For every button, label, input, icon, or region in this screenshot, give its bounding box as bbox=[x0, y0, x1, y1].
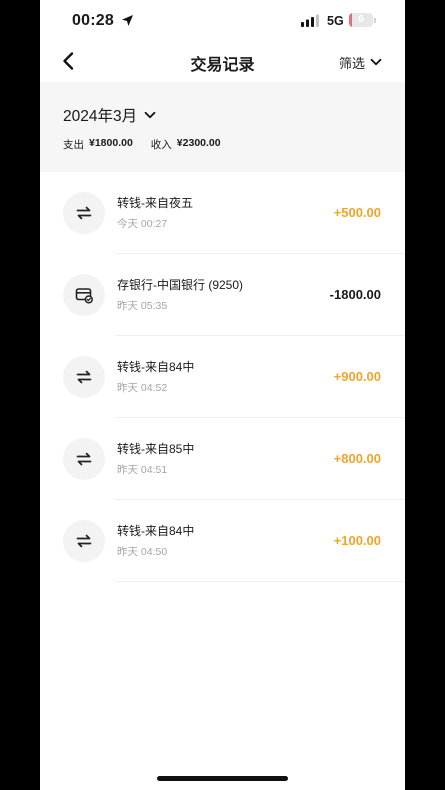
expense-label: 支出 bbox=[63, 139, 84, 151]
transaction-row[interactable]: 存银行-中国银行 (9250) 昨天 05:35 -1800.00 bbox=[40, 254, 405, 336]
transaction-time: 今天 00:27 bbox=[117, 218, 168, 230]
transaction-icon bbox=[63, 192, 105, 234]
transaction-amount: +100.00 bbox=[333, 533, 381, 548]
transaction-icon bbox=[63, 356, 105, 398]
transaction-title: 转钱-来自84中 bbox=[117, 524, 195, 538]
transaction-amount: +500.00 bbox=[333, 205, 381, 220]
network-label: 5G bbox=[327, 14, 344, 28]
totals-line: 支出 ¥1800.00 收入 ¥2300.00 bbox=[63, 137, 239, 152]
transaction-time: 昨天 04:51 bbox=[117, 464, 168, 476]
nav-bar: 交易记录 筛选 bbox=[40, 44, 405, 82]
transfer-icon bbox=[76, 534, 92, 548]
transaction-icon bbox=[63, 438, 105, 480]
transaction-list: 转钱-来自夜五 今天 00:27 +500.00 存银行-中国银行 (9250)… bbox=[40, 172, 405, 582]
transaction-row[interactable]: 转钱-来自夜五 今天 00:27 +500.00 bbox=[40, 172, 405, 254]
phone-screen: 00:28 5G 6 交易记录 筛选 2024年3月 支出 ¥1800.00 收… bbox=[40, 0, 405, 790]
transaction-icon bbox=[63, 274, 105, 316]
transfer-icon bbox=[76, 206, 92, 220]
status-time: 00:28 bbox=[72, 12, 114, 29]
status-bar: 00:28 5G 6 bbox=[40, 0, 405, 44]
transaction-time: 昨天 05:35 bbox=[117, 300, 168, 312]
back-button[interactable] bbox=[58, 50, 80, 72]
filter-button[interactable]: 筛选 bbox=[339, 53, 383, 71]
transaction-row[interactable]: 转钱-来自84中 昨天 04:52 +900.00 bbox=[40, 336, 405, 418]
transaction-icon bbox=[63, 520, 105, 562]
battery-tip bbox=[374, 17, 376, 23]
location-arrow-icon bbox=[122, 15, 133, 26]
transaction-amount: +900.00 bbox=[333, 369, 381, 384]
monthly-summary: 2024年3月 支出 ¥1800.00 收入 ¥2300.00 bbox=[40, 82, 405, 172]
bank-card-icon bbox=[75, 288, 93, 304]
transaction-amount: +800.00 bbox=[333, 451, 381, 466]
transaction-time: 昨天 04:52 bbox=[117, 382, 168, 394]
chevron-down-icon bbox=[144, 111, 156, 119]
transaction-row[interactable]: 转钱-来自84中 昨天 04:50 +100.00 bbox=[40, 500, 405, 582]
transfer-icon bbox=[76, 452, 92, 466]
home-indicator bbox=[157, 776, 288, 781]
transaction-title: 转钱-来自84中 bbox=[117, 360, 195, 374]
expense-total: ¥1800.00 bbox=[89, 137, 133, 149]
chevron-down-icon bbox=[370, 58, 382, 66]
row-divider bbox=[115, 581, 405, 582]
battery-icon: 6 bbox=[349, 13, 377, 27]
income-total: ¥2300.00 bbox=[176, 137, 221, 149]
month-label: 2024年3月 bbox=[63, 108, 138, 125]
transaction-time: 昨天 04:50 bbox=[117, 546, 168, 558]
filter-label: 筛选 bbox=[338, 55, 365, 71]
battery-level: 6 bbox=[358, 14, 364, 25]
signal-icon bbox=[301, 14, 319, 27]
income-label: 收入 bbox=[150, 139, 172, 151]
month-picker[interactable]: 2024年3月 bbox=[63, 104, 157, 126]
transfer-icon bbox=[76, 370, 92, 384]
transaction-title: 存银行-中国银行 (9250) bbox=[117, 278, 244, 292]
battery-body: 6 bbox=[349, 13, 373, 27]
transaction-title: 转钱-来自夜五 bbox=[117, 196, 193, 210]
transaction-amount: -1800.00 bbox=[329, 287, 381, 302]
transaction-title: 转钱-来自85中 bbox=[117, 442, 195, 456]
transaction-row[interactable]: 转钱-来自85中 昨天 04:51 +800.00 bbox=[40, 418, 405, 500]
